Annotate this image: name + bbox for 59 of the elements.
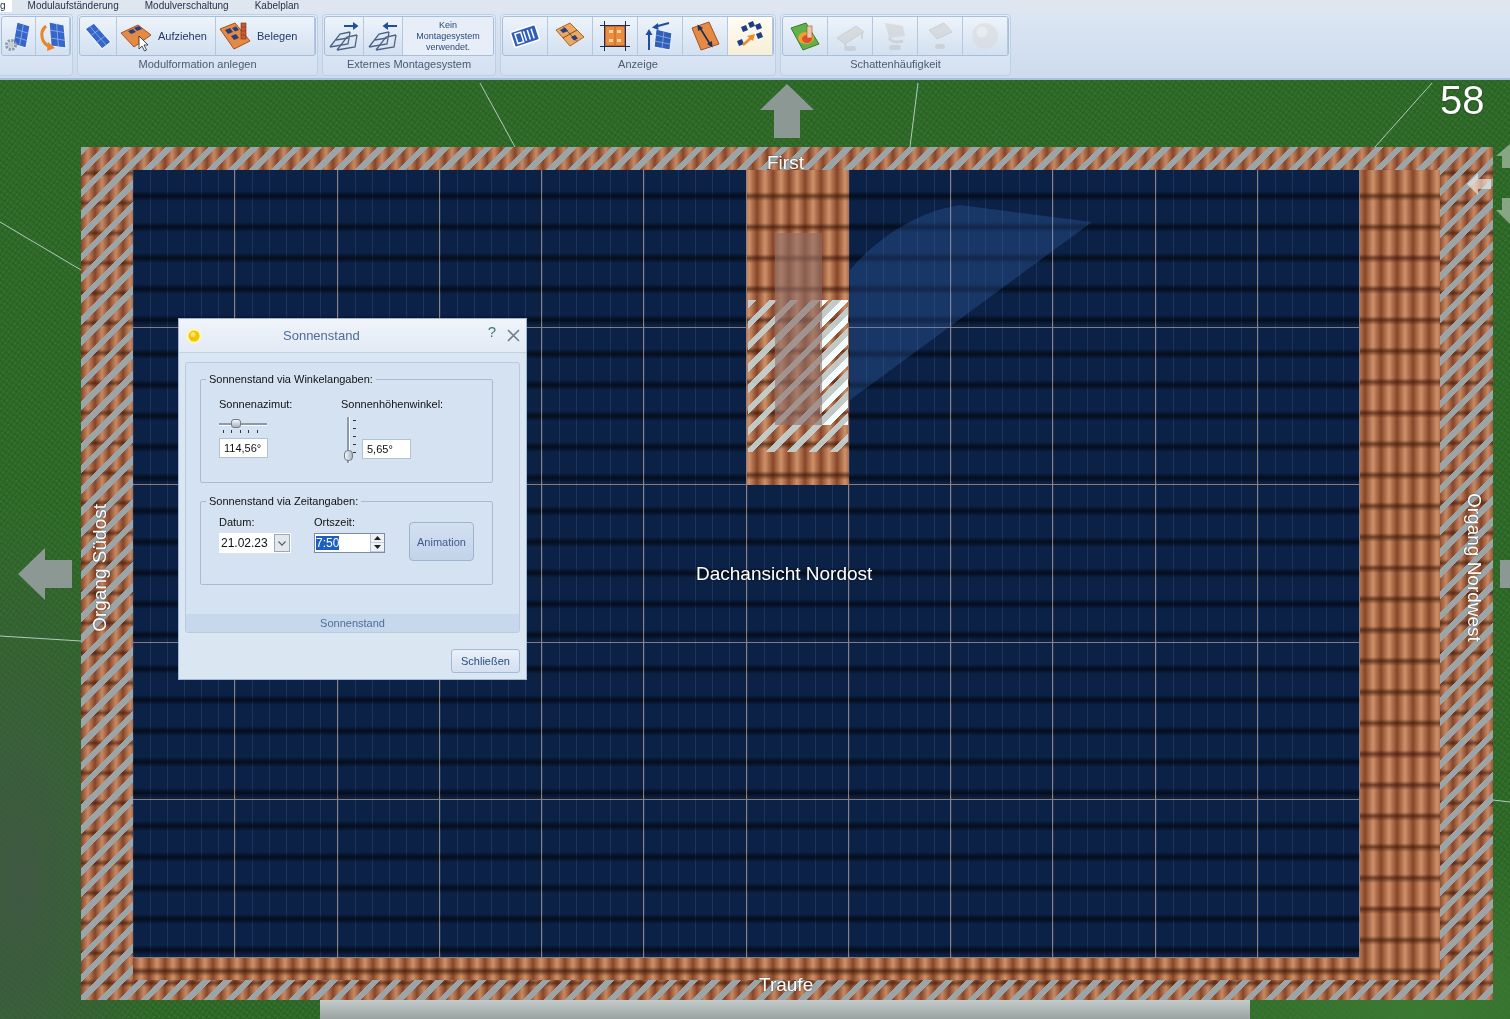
spin-down-button[interactable] [371,543,384,552]
dimension-frame-icon[interactable] [599,20,631,52]
spin-up-button[interactable] [371,534,384,543]
group-label: Modulformation anlegen [137,57,258,72]
ground-line [1492,799,1510,803]
roof-panels-icon[interactable] [219,20,251,52]
left-arrow-icon[interactable] [18,548,72,600]
toolbar-button[interactable]: Aufziehen [117,17,216,55]
up-arrow-icon[interactable] [760,84,814,138]
status-text: Kein Montagesystem verwendet. [403,17,493,55]
left-arrow-icon[interactable] [1467,173,1491,195]
up-triangle-icon[interactable] [374,536,381,540]
elevation-slider[interactable] [344,417,358,463]
edge-label: Organg Nordwest [1463,493,1485,642]
date-dropdown[interactable]: 21.02.23 [219,533,291,553]
module-count: 58 [1440,80,1485,120]
ground-line [1374,82,1433,148]
slider-thumb[interactable] [344,449,353,461]
ribbon-tab[interactable]: Modulverschaltung [134,0,239,12]
section-caption: Sonnenstand [186,614,519,632]
down-triangle-icon[interactable] [374,545,381,549]
down-arrow-icon[interactable] [1496,198,1510,224]
roof-double-arrow-icon[interactable] [689,20,721,52]
ribbon-tab[interactable]: Kabelplan [244,0,310,12]
ground-line [479,82,516,148]
field-label: Sonnenazimut: [219,398,294,411]
ribbon-tab[interactable]: g [0,0,12,12]
group-label: Externes Montagesystem [345,57,473,72]
group-title: Sonnenstand via Winkelangaben: [208,373,374,386]
toolbar-button[interactable] [728,17,773,55]
group-label: Anzeige [617,57,659,72]
panel-arrows-icon[interactable] [644,20,676,52]
view-title: Dachansicht Nordost [696,563,873,585]
sun-icon [186,327,202,344]
close-button[interactable]: Schließen [451,649,520,673]
ground-line [909,82,919,148]
up-arrow-icon[interactable] [1496,144,1510,168]
elevation-field[interactable]: 5,65° [362,439,411,459]
azimuth-slider[interactable] [219,419,267,435]
time-field[interactable]: 7:50 [314,533,385,553]
dropdown-button[interactable] [274,534,290,552]
help-button[interactable]: ? [487,323,496,340]
azimuth-field[interactable]: 114,56° [219,438,268,458]
edge-label: Traufe [759,974,814,996]
dialog-title: Sonnenstand [283,328,360,343]
edge-label: First [767,152,804,174]
group-title: Sonnenstand via Zeitangaben: [208,495,360,508]
animation-button[interactable]: Animation [409,522,474,561]
chevron-down-icon[interactable] [278,540,286,546]
slider-thumb[interactable] [231,419,242,428]
edge-label: Organg Südost [89,504,111,632]
field-label: Sonnenhöhenwinkel: [341,398,444,411]
group-label: Schattenhäufigkeit [849,57,942,72]
toolbar-button[interactable]: Belegen [216,17,315,55]
ribbon-tab[interactable]: Modulaufständerung [17,0,129,12]
close-icon[interactable] [507,329,520,342]
field-label: Ortszeit: [314,516,356,529]
shadow-roof-icon[interactable] [789,20,821,52]
field-label: Datum: [219,516,256,529]
